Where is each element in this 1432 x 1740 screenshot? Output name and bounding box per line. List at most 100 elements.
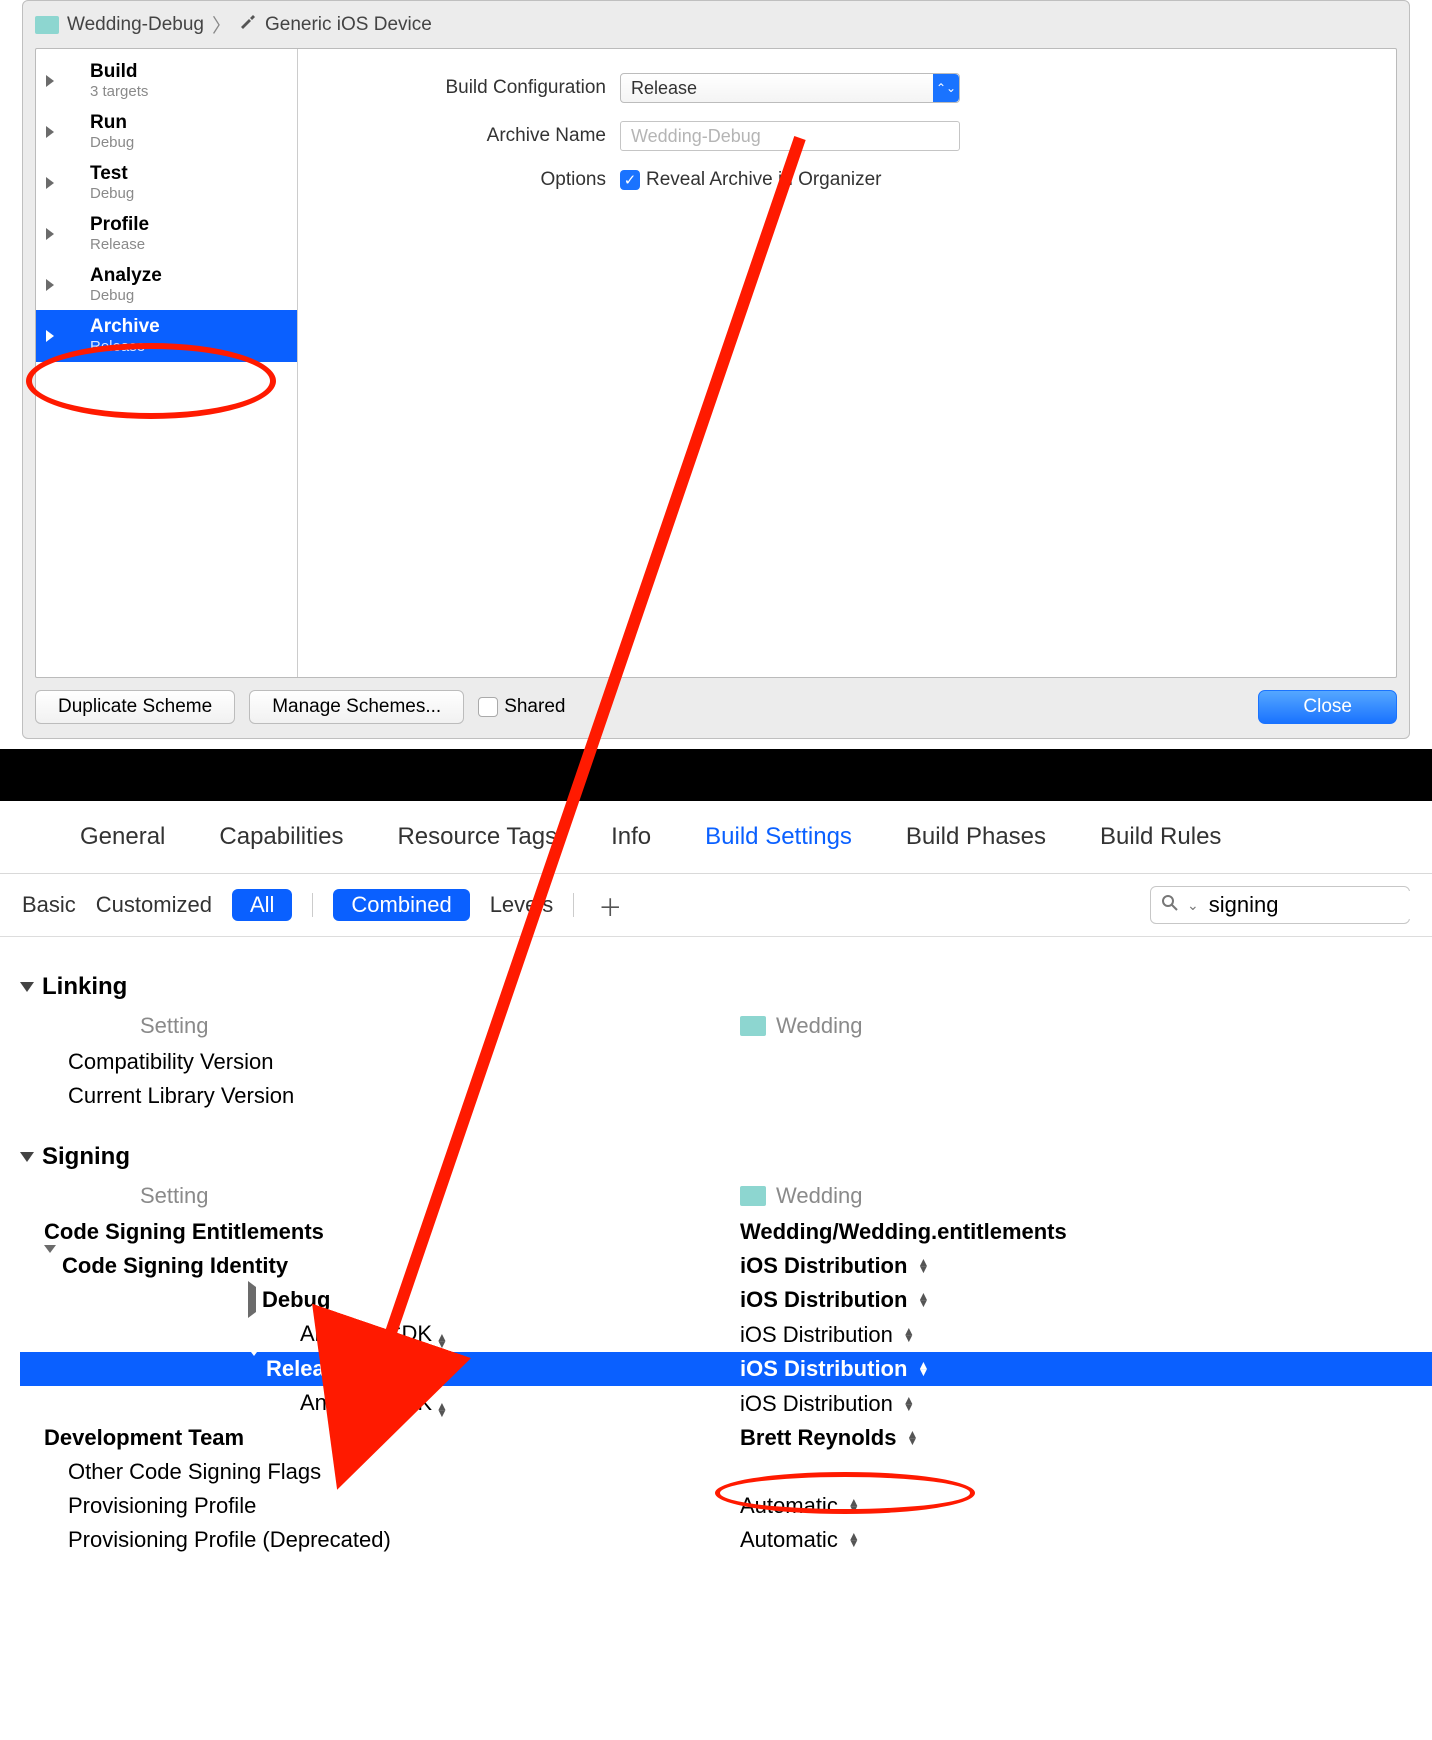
- setting-row[interactable]: Provisioning ProfileAutomatic▲▼: [20, 1489, 1432, 1523]
- action-build[interactable]: Build3 targets: [36, 55, 297, 106]
- setting-row[interactable]: Code Signing EntitlementsWedding/Wedding…: [20, 1215, 1432, 1249]
- disclosure-triangle-icon: [46, 279, 54, 291]
- hammer-icon: [60, 71, 84, 91]
- tab-build-rules[interactable]: Build Rules: [1100, 823, 1221, 851]
- shared-label: Shared: [504, 696, 565, 718]
- action-subtitle: 3 targets: [90, 83, 148, 100]
- action-run[interactable]: RunDebug: [36, 106, 297, 157]
- disclosure-triangle-icon: [46, 126, 54, 138]
- checkmark-icon: ✓: [620, 170, 640, 190]
- action-title: Analyze: [90, 265, 162, 287]
- build-config-label: Build Configuration: [326, 77, 606, 99]
- breadcrumb-scheme[interactable]: Wedding-Debug: [67, 14, 204, 36]
- setting-value[interactable]: Automatic▲▼: [740, 1493, 1432, 1519]
- archive-settings-form: Build Configuration Release ⌃⌄ Archive N…: [298, 49, 1396, 677]
- filter-bar: Basic Customized All Combined Levels ＋ ⌄: [0, 874, 1432, 937]
- project-icon: [740, 1016, 766, 1036]
- close-button[interactable]: Close: [1258, 690, 1397, 724]
- col-setting: Setting: [20, 1183, 740, 1209]
- setting-row[interactable]: ReleaseiOS Distribution▲▼: [20, 1352, 1432, 1386]
- breadcrumb-destination[interactable]: Generic iOS Device: [265, 14, 432, 36]
- search-icon: [1161, 892, 1179, 918]
- analyze-icon: [60, 275, 84, 295]
- divider-bar: [0, 749, 1432, 801]
- editor-tab-bar: General Capabilities Resource Tags Info Buil…: [0, 801, 1432, 874]
- action-test[interactable]: TestDebug: [36, 157, 297, 208]
- column-headers: SettingWedding: [20, 1007, 1432, 1045]
- disclosure-triangle-icon: [46, 75, 54, 87]
- setting-value[interactable]: iOS Distribution▲▼: [740, 1287, 1432, 1313]
- scope-all[interactable]: All: [232, 889, 292, 921]
- archive-name-input[interactable]: [620, 121, 960, 151]
- tab-build-settings[interactable]: Build Settings: [705, 823, 852, 851]
- view-levels[interactable]: Levels: [490, 892, 554, 918]
- action-title: Run: [90, 112, 134, 134]
- action-title: Test: [90, 163, 134, 185]
- setting-name: Compatibility Version: [20, 1049, 740, 1075]
- up-down-icon: ▲▼: [903, 1328, 915, 1342]
- scope-basic[interactable]: Basic: [22, 892, 76, 918]
- tab-resource-tags[interactable]: Resource Tags: [397, 823, 557, 851]
- options-label: Options: [326, 169, 606, 191]
- build-config-value: Release: [631, 78, 697, 99]
- tab-general[interactable]: General: [80, 823, 165, 851]
- shared-checkbox[interactable]: Shared: [478, 696, 565, 718]
- setting-value[interactable]: Wedding/Wedding.entitlements: [740, 1219, 1432, 1245]
- project-icon: [740, 1186, 766, 1206]
- action-title: Build: [90, 61, 148, 83]
- setting-row[interactable]: Provisioning Profile (Deprecated)Automat…: [20, 1523, 1432, 1557]
- sheet-footer: Duplicate Scheme Manage Schemes... Share…: [23, 678, 1409, 728]
- add-setting-button[interactable]: ＋: [594, 888, 626, 923]
- setting-value[interactable]: Brett Reynolds▲▼: [740, 1425, 1432, 1451]
- archive-name-label: Archive Name: [326, 125, 606, 147]
- hammer-icon: [239, 13, 257, 37]
- action-profile[interactable]: ProfileRelease: [36, 208, 297, 259]
- up-down-icon: ▲▼: [917, 1259, 929, 1273]
- manage-schemes-button[interactable]: Manage Schemes...: [249, 690, 464, 724]
- setting-value[interactable]: iOS Distribution▲▼: [740, 1253, 1432, 1279]
- section-linking[interactable]: Linking: [20, 943, 1432, 1007]
- setting-value[interactable]: iOS Distribution▲▼: [740, 1391, 1432, 1417]
- disclosure-triangle-icon: [46, 228, 54, 240]
- tab-build-phases[interactable]: Build Phases: [906, 823, 1046, 851]
- action-archive[interactable]: ArchiveRelease: [36, 310, 297, 361]
- disclosure-right-icon: [248, 1281, 256, 1318]
- settings-search[interactable]: ⌄: [1150, 886, 1410, 924]
- setting-row[interactable]: Any iOS SDK▲▼iOS Distribution▲▼: [20, 1317, 1432, 1352]
- checkbox-icon: [478, 697, 498, 717]
- disclosure-triangle-icon: [46, 330, 54, 342]
- reveal-option[interactable]: ✓ Reveal Archive in Organizer: [620, 169, 882, 191]
- setting-name: Development Team: [20, 1425, 740, 1451]
- action-analyze[interactable]: AnalyzeDebug: [36, 259, 297, 310]
- column-headers: SettingWedding: [20, 1177, 1432, 1215]
- setting-row[interactable]: Other Code Signing Flags: [20, 1455, 1432, 1489]
- setting-row[interactable]: Current Library Version: [20, 1079, 1432, 1113]
- setting-value[interactable]: iOS Distribution▲▼: [740, 1356, 1432, 1382]
- setting-value[interactable]: iOS Distribution▲▼: [740, 1322, 1432, 1348]
- setting-row[interactable]: DebugiOS Distribution▲▼: [20, 1283, 1432, 1317]
- setting-value[interactable]: Automatic▲▼: [740, 1527, 1432, 1553]
- setting-row[interactable]: Any iOS SDK▲▼iOS Distribution▲▼: [20, 1386, 1432, 1421]
- setting-row[interactable]: Compatibility Version: [20, 1045, 1432, 1079]
- setting-name: Provisioning Profile: [20, 1493, 740, 1519]
- setting-name: Current Library Version: [20, 1083, 740, 1109]
- tab-capabilities[interactable]: Capabilities: [219, 823, 343, 851]
- setting-row[interactable]: Development TeamBrett Reynolds▲▼: [20, 1421, 1432, 1455]
- duplicate-scheme-button[interactable]: Duplicate Scheme: [35, 690, 235, 724]
- build-config-select[interactable]: Release ⌃⌄: [620, 73, 960, 103]
- col-project: Wedding: [740, 1013, 1432, 1039]
- scope-customized[interactable]: Customized: [96, 892, 212, 918]
- section-signing[interactable]: Signing: [20, 1113, 1432, 1177]
- up-down-icon: ▲▼: [906, 1431, 918, 1445]
- separator: [312, 893, 313, 917]
- search-input[interactable]: [1207, 891, 1432, 919]
- tab-info[interactable]: Info: [611, 823, 651, 851]
- up-down-icon: ▲▼: [436, 1334, 448, 1348]
- setting-row[interactable]: Code Signing IdentityiOS Distribution▲▼: [20, 1249, 1432, 1283]
- setting-name: Debug: [20, 1287, 740, 1313]
- view-combined[interactable]: Combined: [333, 889, 469, 921]
- disclosure-triangle-icon: [46, 177, 54, 189]
- action-subtitle: Debug: [90, 185, 134, 202]
- disclosure-down-icon: [44, 1245, 56, 1278]
- archive-icon: [60, 326, 84, 346]
